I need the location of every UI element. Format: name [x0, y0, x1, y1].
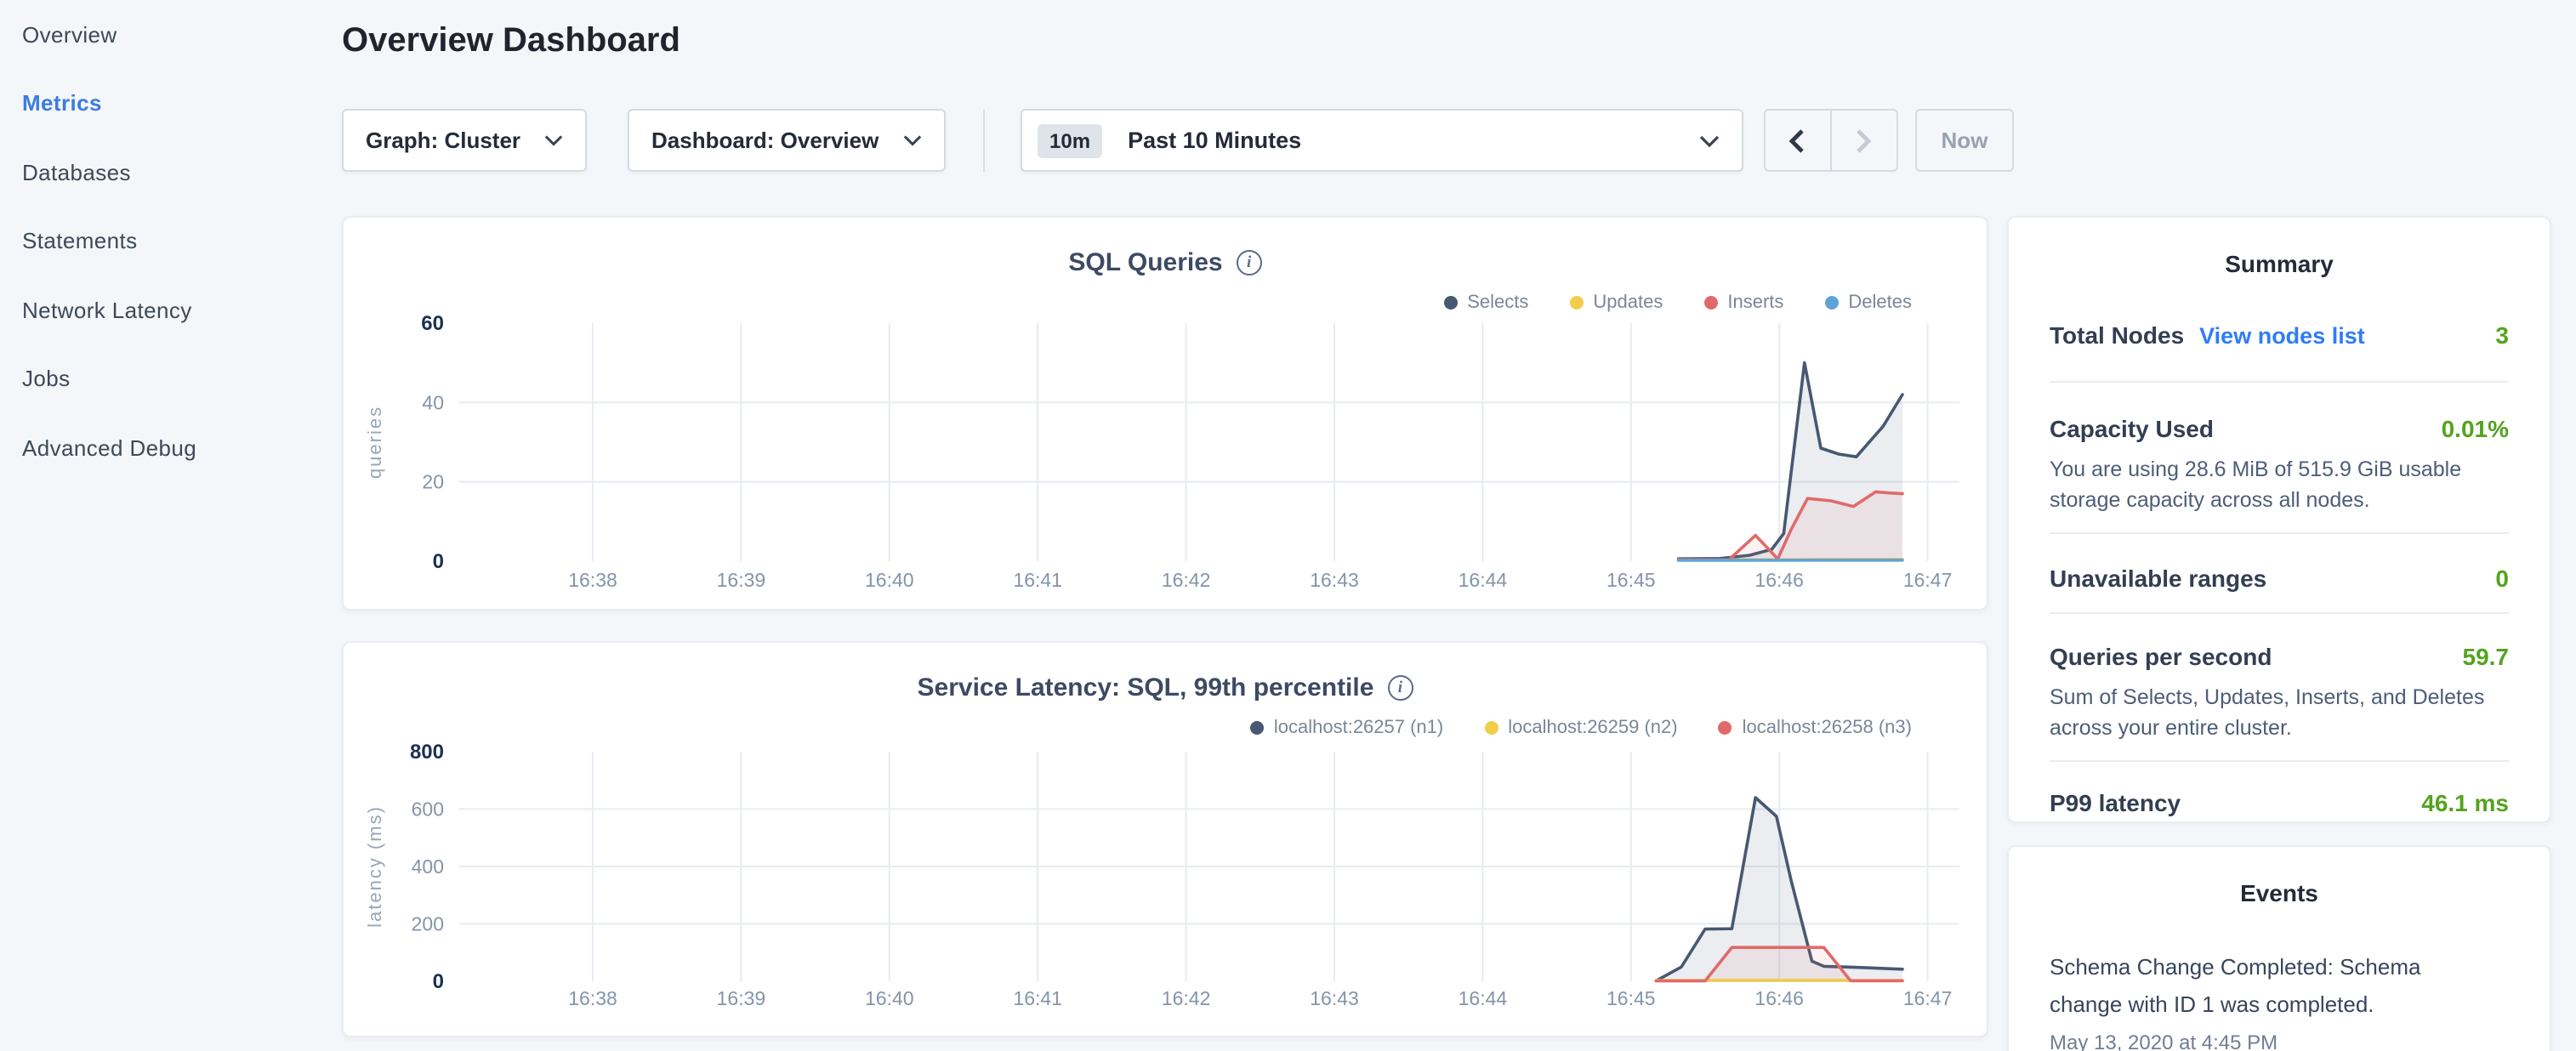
- dashboard-dropdown-label: Dashboard: Overview: [651, 128, 879, 153]
- sidebar-item-databases[interactable]: Databases: [0, 138, 323, 207]
- divider: [2050, 532, 2509, 534]
- graph-dropdown-label: Graph: Cluster: [366, 128, 520, 153]
- y-tick-label: 600: [412, 798, 444, 821]
- chevron-down-icon: [544, 134, 563, 146]
- view-nodes-list-link[interactable]: View nodes list: [2199, 323, 2365, 349]
- time-range-label: Past 10 Minutes: [1128, 128, 1301, 153]
- queries-per-second-value: 59.7: [2463, 643, 2510, 670]
- x-tick-label: 16:41: [1013, 569, 1062, 591]
- queries-per-second-label: Queries per second: [2050, 643, 2272, 670]
- sidebar-item-metrics[interactable]: Metrics: [0, 69, 323, 138]
- y-tick-label: 200: [412, 913, 444, 935]
- events-title: Events: [2050, 879, 2509, 906]
- x-tick-label: 16:41: [1013, 987, 1062, 1009]
- service-latency-chart-card: Service Latency: SQL, 99th percentile i …: [342, 641, 1988, 1037]
- sidebar-item-jobs[interactable]: Jobs: [0, 344, 323, 413]
- x-tick-label: 16:39: [717, 569, 766, 591]
- x-tick-label: 16:47: [1903, 987, 1953, 1009]
- x-tick-label: 16:45: [1606, 987, 1656, 1009]
- sidebar-item-advanced-debug[interactable]: Advanced Debug: [0, 413, 323, 482]
- divider: [2050, 381, 2509, 383]
- y-tick-label: 60: [421, 312, 444, 335]
- x-tick-label: 16:40: [865, 987, 914, 1009]
- x-tick-label: 16:43: [1310, 569, 1359, 591]
- x-tick-label: 16:45: [1606, 569, 1656, 591]
- dashboard-dropdown[interactable]: Dashboard: Overview: [628, 109, 946, 172]
- y-tick-label: 400: [412, 855, 444, 878]
- summary-row-total-nodes: Total Nodes View nodes list 3: [2050, 321, 2509, 352]
- capacity-description: You are using 28.6 MiB of 515.9 GiB usab…: [2050, 454, 2509, 515]
- sql-queries-plot: 16:38 16:39 16:40 16:41 16:42 16:43 16:44 16:45…: [344, 218, 1990, 612]
- summary-row-p99-latency: P99 latency 46.1 ms: [2050, 789, 2509, 816]
- p99-latency-label: P99 latency: [2050, 789, 2181, 816]
- x-tick-label: 16:39: [717, 987, 766, 1009]
- divider: [2050, 760, 2509, 762]
- sidebar: Overview Metrics Databases Statements Ne…: [0, 0, 323, 1051]
- event-item-timestamp: May 13, 2020 at 4:45 PM: [2050, 1031, 2509, 1051]
- page-title: Overview Dashboard: [342, 22, 680, 61]
- x-tick-label: 16:42: [1162, 569, 1211, 591]
- divider: [2050, 612, 2509, 614]
- qps-description: Sum of Selects, Updates, Inserts, and De…: [2050, 682, 2509, 743]
- x-tick-label: 16:46: [1754, 987, 1804, 1009]
- summary-row-capacity: Capacity Used 0.01%: [2050, 415, 2509, 442]
- x-tick-label: 16:44: [1459, 569, 1508, 591]
- y-tick-label: 40: [422, 391, 444, 413]
- y-axis-title: queries: [364, 406, 385, 479]
- y-tick-label: 800: [410, 741, 444, 764]
- service-latency-plot: 16:38 16:39 16:40 16:41 16:42 16:43 16:44 16:45…: [344, 643, 1990, 1039]
- summary-row-unavailable-ranges: Unavailable ranges 0: [2050, 565, 2509, 592]
- x-tick-label: 16:47: [1903, 569, 1953, 591]
- y-axis-title: latency (ms): [364, 805, 385, 928]
- x-tick-label: 16:40: [865, 569, 914, 591]
- events-panel: Events Schema Change Completed: Schema c…: [2007, 845, 2551, 1051]
- y-tick-label: 0: [433, 970, 444, 993]
- y-tick-label: 0: [433, 550, 444, 573]
- x-tick-label: 16:42: [1162, 987, 1211, 1009]
- time-range-badge: 10m: [1038, 123, 1102, 157]
- total-nodes-label: Total Nodes: [2050, 321, 2184, 349]
- time-range-selector[interactable]: 10m Past 10 Minutes: [1021, 109, 1743, 172]
- previous-time-button[interactable]: [1766, 111, 1831, 170]
- chevron-right-icon: [1855, 127, 1874, 154]
- x-tick-label: 16:46: [1754, 569, 1804, 591]
- summary-title: Summary: [2050, 250, 2509, 277]
- controls-divider: [983, 109, 985, 172]
- next-time-button[interactable]: [1831, 111, 1896, 170]
- chevron-down-icon: [1699, 134, 1720, 147]
- sidebar-item-network-latency[interactable]: Network Latency: [0, 276, 323, 344]
- total-nodes-value: 3: [2495, 321, 2509, 349]
- time-step-buttons: [1764, 109, 1898, 172]
- unavailable-ranges-value: 0: [2495, 565, 2509, 592]
- y-tick-label: 20: [422, 471, 444, 493]
- chevron-left-icon: [1788, 127, 1807, 154]
- x-tick-label: 16:38: [568, 987, 617, 1009]
- capacity-used-value: 0.01%: [2442, 415, 2509, 442]
- sql-queries-chart-card: SQL Queries i SelectsUpdatesInsertsDelet…: [342, 216, 1988, 611]
- capacity-used-label: Capacity Used: [2050, 415, 2214, 442]
- event-item-text: Schema Change Completed: Schema change w…: [2050, 949, 2458, 1024]
- x-tick-label: 16:38: [568, 569, 617, 591]
- app-root: Overview Metrics Databases Statements Ne…: [0, 0, 2576, 1051]
- summary-row-qps: Queries per second 59.7: [2050, 643, 2509, 670]
- p99-latency-value: 46.1 ms: [2421, 789, 2509, 816]
- x-tick-label: 16:44: [1459, 987, 1508, 1009]
- graph-dropdown[interactable]: Graph: Cluster: [342, 109, 587, 172]
- now-button[interactable]: Now: [1915, 109, 2014, 172]
- sidebar-item-overview[interactable]: Overview: [0, 0, 323, 69]
- summary-panel: Summary Total Nodes View nodes list 3 Cap…: [2007, 216, 2551, 823]
- sidebar-item-statements[interactable]: Statements: [0, 207, 323, 276]
- x-tick-label: 16:43: [1310, 987, 1359, 1009]
- unavailable-ranges-label: Unavailable ranges: [2050, 565, 2266, 592]
- chevron-down-icon: [903, 134, 922, 146]
